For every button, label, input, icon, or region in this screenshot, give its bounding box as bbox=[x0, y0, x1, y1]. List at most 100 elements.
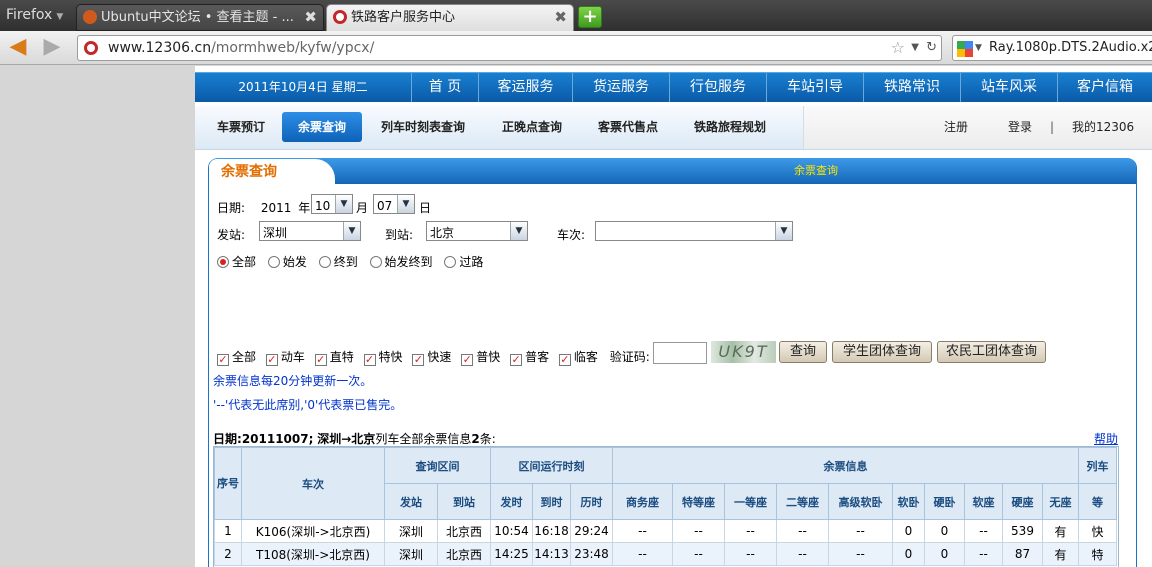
results-table: 序号 车次 查询区间 区间运行时刻 余票信息 列车 发站 到站 发时 到时 历时 商务座特… bbox=[213, 446, 1119, 567]
radio-circle[interactable] bbox=[318, 256, 331, 268]
radio-label: 终到 bbox=[333, 255, 358, 269]
day-select[interactable]: 07 ▼ bbox=[373, 194, 415, 214]
table-row[interactable]: 2 T108(深圳->北京西) 深圳 北京西 14:25 14:13 23:48 -- -- --… bbox=[214, 542, 1117, 566]
my-12306-link[interactable]: 我的12306 bbox=[1072, 106, 1134, 149]
table-cell: 北京西 bbox=[437, 542, 491, 566]
bookmark-star-icon[interactable]: ☆ bbox=[891, 36, 905, 60]
checkbox-all[interactable]: ✓ 全部 bbox=[217, 350, 256, 366]
subnav-timetable[interactable]: 列车时刻表查询 bbox=[367, 112, 479, 142]
chevron-down-icon[interactable]: ▼ bbox=[343, 222, 360, 240]
nav-passenger-service[interactable]: 客运服务 bbox=[478, 73, 572, 102]
nav-freight-service[interactable]: 货运服务 bbox=[572, 73, 669, 102]
browser-nav-bar: ◀ ▶ www.12306.cn/mormhweb/kyfw/ypcx/ ☆ ▼… bbox=[0, 31, 1152, 65]
check-icon[interactable]: ✓ bbox=[363, 354, 376, 366]
login-link[interactable]: 登录 bbox=[1008, 106, 1032, 149]
reload-icon[interactable]: ↻ bbox=[926, 36, 937, 60]
checkbox-regular[interactable]: ✓ 普客 bbox=[510, 350, 549, 366]
table-cell[interactable]: K106(深圳->北京西) bbox=[241, 519, 385, 543]
train-number-label: 车次: bbox=[557, 228, 586, 242]
close-tab-icon[interactable]: ✖ bbox=[554, 5, 567, 30]
month-select[interactable]: 10 ▼ bbox=[311, 194, 353, 214]
chevron-down-icon[interactable]: ▼ bbox=[335, 195, 352, 213]
close-tab-icon[interactable]: ✖ bbox=[304, 5, 317, 30]
radio-all[interactable]: 全部 bbox=[217, 255, 256, 269]
chevron-down-icon[interactable]: ▼ bbox=[397, 195, 414, 213]
check-icon[interactable]: ✓ bbox=[510, 354, 523, 366]
worker-group-query-button[interactable]: 农民工团体查询 bbox=[937, 341, 1046, 363]
subnav-ticket-booking[interactable]: 车票预订 bbox=[205, 112, 277, 142]
check-icon[interactable]: ✓ bbox=[461, 354, 474, 366]
new-tab-button[interactable]: + bbox=[578, 6, 602, 28]
nav-customer-mailbox[interactable]: 客户信箱 bbox=[1057, 73, 1152, 102]
nav-station-guide[interactable]: 车站引导 bbox=[766, 73, 863, 102]
subnav-remaining-tickets[interactable]: 余票查询 bbox=[282, 112, 362, 142]
chevron-down-icon[interactable]: ▼ bbox=[510, 222, 527, 240]
table-cell: 北京西 bbox=[437, 519, 491, 543]
back-arrow-icon[interactable]: ◀ bbox=[6, 36, 30, 60]
train-number-select[interactable]: ▼ bbox=[595, 221, 793, 241]
sub-header: 无座 bbox=[1042, 483, 1079, 520]
radio-circle[interactable] bbox=[444, 256, 457, 268]
table-cell: -- bbox=[672, 542, 725, 566]
summary-separator: ; bbox=[308, 432, 314, 446]
checkbox-temporary[interactable]: ✓ 临客 bbox=[558, 350, 598, 366]
radio-passing[interactable]: 过路 bbox=[444, 255, 483, 269]
checkbox-emu[interactable]: ✓ 动车 bbox=[265, 350, 305, 366]
forward-arrow-icon[interactable]: ▶ bbox=[40, 36, 64, 60]
url-history-dropdown-icon[interactable]: ▼ bbox=[911, 36, 919, 60]
summary-date: 20111007 bbox=[241, 432, 309, 446]
chevron-down-icon[interactable]: ▼ bbox=[775, 222, 792, 240]
google-search-engine-icon[interactable] bbox=[957, 41, 973, 57]
help-link[interactable]: 帮助 bbox=[1094, 430, 1118, 447]
check-icon[interactable]: ✓ bbox=[314, 354, 327, 366]
search-text[interactable]: Ray.1080p.DTS.2Audio.x264 bbox=[989, 36, 1152, 60]
browser-tab-12306[interactable]: 铁路客户服务中心 ✖ bbox=[326, 4, 574, 31]
radio-circle[interactable] bbox=[217, 256, 229, 268]
student-group-query-button[interactable]: 学生团体查询 bbox=[832, 341, 932, 363]
to-station-value: 北京 bbox=[430, 226, 455, 240]
check-icon[interactable]: ✓ bbox=[558, 354, 571, 366]
check-icon[interactable]: ✓ bbox=[412, 354, 425, 366]
radio-circle[interactable] bbox=[267, 256, 280, 268]
check-icon[interactable]: ✓ bbox=[265, 354, 278, 366]
sub-header: 发时 bbox=[490, 483, 533, 520]
table-row[interactable]: 1 K106(深圳->北京西) 深圳 北京西 10:54 16:18 29:24 -- -- --… bbox=[214, 519, 1117, 543]
search-engine-dropdown-icon[interactable]: ▼ bbox=[975, 36, 982, 60]
check-icon[interactable]: ✓ bbox=[217, 354, 229, 366]
subnav-journey-planner[interactable]: 铁路旅程规划 bbox=[680, 112, 780, 142]
table-cell: -- bbox=[828, 519, 893, 543]
address-text[interactable]: www.12306.cn/mormhweb/kyfw/ypcx/ bbox=[108, 36, 374, 60]
panel-header-title: 余票查询 bbox=[794, 164, 838, 177]
checkbox-direct-express[interactable]: ✓ 直特 bbox=[314, 350, 354, 366]
captcha-image[interactable]: UK9T bbox=[711, 341, 776, 363]
checkbox-fast[interactable]: ✓ 快速 bbox=[412, 350, 451, 366]
captcha-input[interactable] bbox=[653, 342, 707, 364]
firefox-menu-button[interactable]: Firefox ▼ bbox=[0, 0, 74, 31]
search-bar[interactable]: ▼ Ray.1080p.DTS.2Audio.x264 bbox=[952, 35, 1152, 61]
table-cell[interactable]: T108(深圳->北京西) bbox=[241, 542, 385, 566]
site-identity-icon[interactable] bbox=[84, 41, 98, 55]
nav-station-gallery[interactable]: 站车风采 bbox=[960, 73, 1057, 102]
checkbox-regular-fast[interactable]: ✓ 普快 bbox=[461, 350, 500, 366]
radio-circle[interactable] bbox=[369, 256, 382, 268]
register-link[interactable]: 注册 bbox=[944, 106, 968, 149]
subnav-ticket-agencies[interactable]: 客票代售点 bbox=[584, 112, 672, 142]
nav-home[interactable]: 首 页 bbox=[411, 73, 478, 102]
table-cell: -- bbox=[724, 542, 777, 566]
nav-railway-knowledge[interactable]: 铁路常识 bbox=[863, 73, 960, 102]
radio-origin[interactable]: 始发 bbox=[267, 255, 307, 269]
from-station-select[interactable]: 深圳 ▼ bbox=[259, 221, 361, 241]
checkbox-express[interactable]: ✓ 特快 bbox=[363, 350, 403, 366]
table-cell: 2 bbox=[214, 542, 242, 566]
subnav-punctuality[interactable]: 正晚点查询 bbox=[487, 112, 577, 142]
to-station-select[interactable]: 北京 ▼ bbox=[426, 221, 528, 241]
radio-origin-terminal[interactable]: 始发终到 bbox=[369, 255, 433, 269]
radio-terminal[interactable]: 终到 bbox=[318, 255, 358, 269]
table-cell: -- bbox=[672, 519, 725, 543]
browser-tab-ubuntu-forum[interactable]: Ubuntu中文论坛 • 查看主题 - ... ✖ bbox=[76, 4, 324, 31]
checkbox-label: 直特 bbox=[329, 350, 354, 364]
address-bar[interactable]: www.12306.cn/mormhweb/kyfw/ypcx/ ☆ ▼ ↻ bbox=[77, 35, 942, 61]
nav-luggage-service[interactable]: 行包服务 bbox=[669, 73, 766, 102]
query-button[interactable]: 查询 bbox=[779, 341, 827, 363]
table-cell: 有 bbox=[1042, 519, 1079, 543]
